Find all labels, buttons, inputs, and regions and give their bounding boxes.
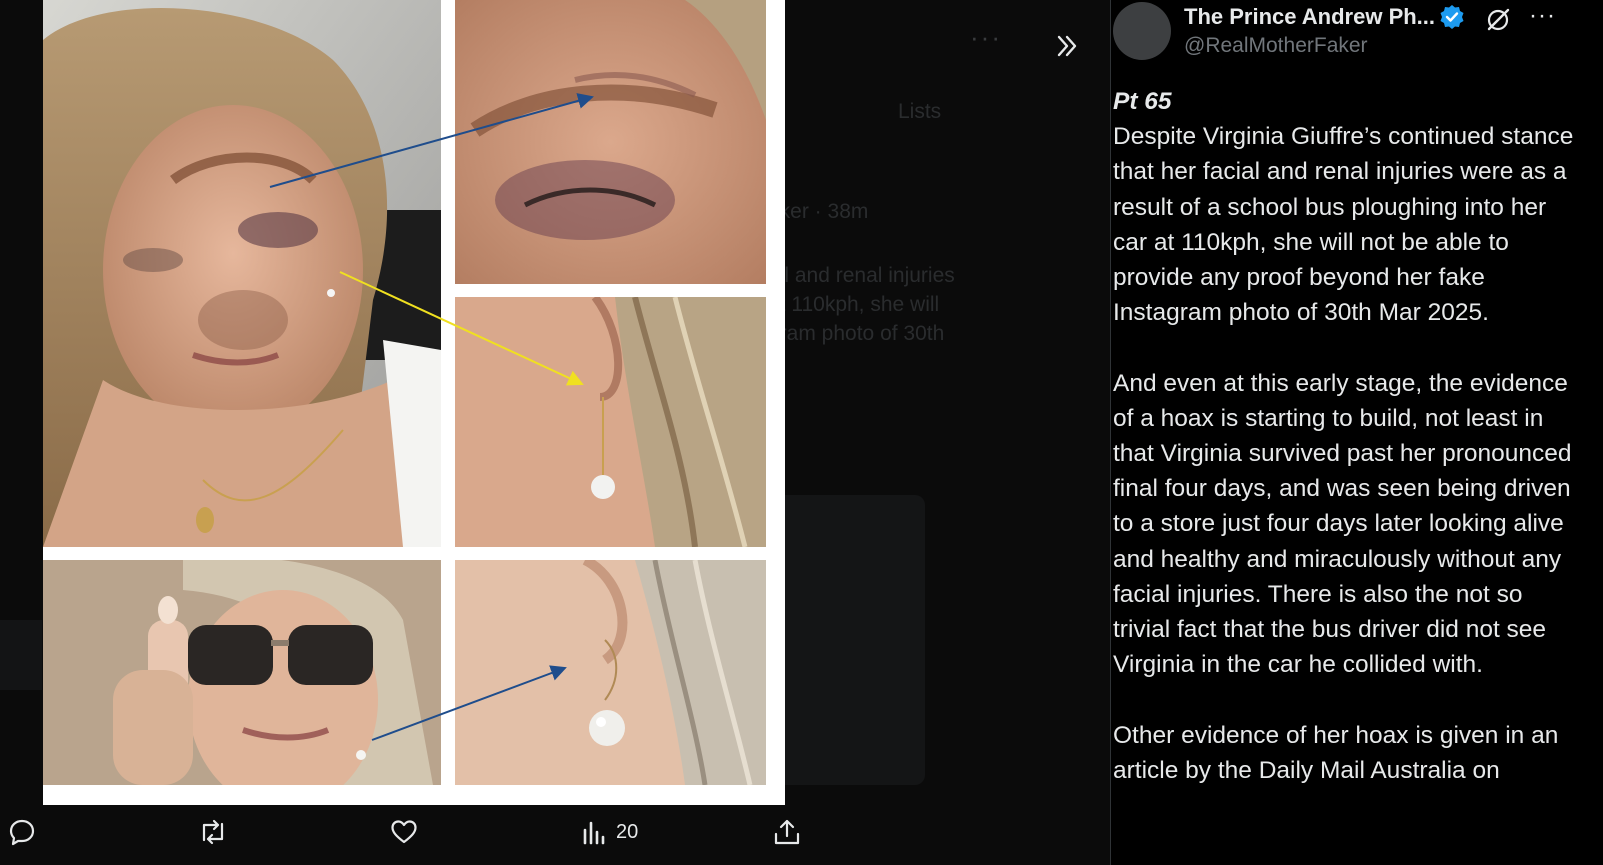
post-title: Pt 65	[1113, 88, 1172, 115]
reply-icon	[9, 819, 35, 846]
background-card	[770, 495, 925, 785]
photo-ear-closeup	[455, 297, 766, 547]
post-detail-panel: The Prince Andrew Ph... @RealMotherFaker…	[1110, 0, 1603, 865]
repost-icon	[202, 819, 224, 845]
heart-icon	[391, 820, 417, 844]
post-paragraph: And even at this early stage, the eviden…	[1113, 369, 1572, 679]
views-button[interactable]: 20	[582, 817, 638, 847]
background-more-icon: ···	[970, 22, 1002, 52]
photo-eye-closeup	[455, 0, 766, 284]
author-name[interactable]: The Prince Andrew Ph...	[1184, 4, 1435, 30]
photo-sunglasses	[43, 560, 441, 785]
post-paragraph: Other evidence of her hoax is given in a…	[1113, 721, 1559, 784]
views-icon	[583, 821, 605, 845]
media-viewer: Lists aker · 38m ial and renal injuries …	[0, 0, 1110, 865]
grok-icon[interactable]	[1484, 6, 1512, 34]
author-handle[interactable]: @RealMotherFaker	[1184, 34, 1368, 58]
views-count: 20	[616, 820, 639, 843]
more-options-icon[interactable]: ···	[1529, 4, 1557, 34]
reply-button[interactable]	[8, 817, 36, 847]
avatar[interactable]	[1113, 2, 1171, 60]
double-chevron-right-icon	[1057, 35, 1077, 57]
verified-badge-icon[interactable]	[1439, 4, 1465, 30]
share-icon	[774, 819, 800, 845]
photo-bruised-face	[43, 0, 441, 547]
background-line: gram photo of 30th	[768, 322, 945, 345]
action-bar: 20	[0, 795, 1110, 865]
background-line: at 110kph, she will	[768, 293, 940, 316]
share-button[interactable]	[773, 817, 801, 847]
background-line: ial and renal injuries	[768, 264, 955, 287]
post-image-collage[interactable]	[43, 0, 785, 805]
collapse-panel-button[interactable]	[1045, 24, 1089, 68]
like-button[interactable]	[390, 817, 418, 847]
repost-button[interactable]	[198, 817, 228, 847]
photo-pearl-earring	[455, 560, 766, 785]
post-text: Pt 65 Despite Virginia Giuffre’s continu…	[1113, 84, 1583, 788]
background-panel	[0, 620, 42, 690]
post-paragraph: Despite Virginia Giuffre’s continued sta…	[1113, 123, 1574, 327]
background-tab-lists: Lists	[898, 100, 942, 123]
